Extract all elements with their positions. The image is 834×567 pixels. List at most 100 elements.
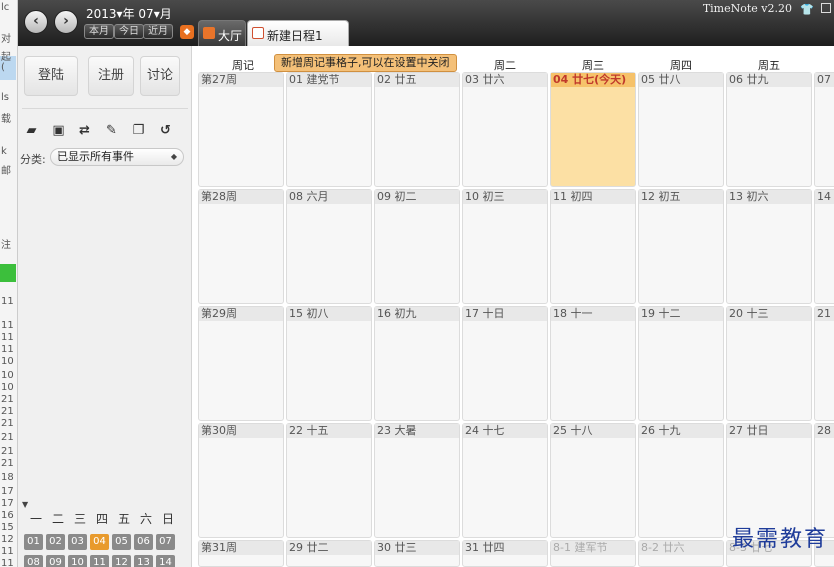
day-label: 02 廿五 (375, 73, 459, 87)
header-weekday: 周二 (494, 59, 516, 72)
background-text-fragment: ls (1, 92, 9, 103)
day-cell[interactable]: 19 十二 (638, 306, 724, 421)
day-cell[interactable]: 31 廿四 (462, 540, 548, 567)
month-value[interactable]: 07 (138, 7, 153, 21)
day-label: 21 (815, 307, 834, 321)
copy-icon[interactable]: ❐ (131, 123, 146, 138)
mini-calendar-day[interactable]: 08 (24, 555, 43, 567)
week-note-cell[interactable]: 第27周 (198, 72, 284, 187)
tab-hall[interactable]: 大厅 (198, 20, 246, 46)
day-label: 20 十三 (727, 307, 811, 321)
collapse-caret-icon[interactable]: ▼ (22, 500, 28, 509)
week-note-cell[interactable]: 第30周 (198, 423, 284, 538)
background-text-fragment: 21 (1, 418, 14, 429)
day-cell[interactable]: 22 十五 (286, 423, 372, 538)
calendar-grid: 周记周二周三周四周五周六新增周记事格子,可以在设置中关闭第27周01 建党节02… (198, 52, 834, 567)
background-text-fragment: 17 (1, 498, 14, 509)
mini-calendar-day[interactable]: 11 (90, 555, 109, 567)
this-month-button[interactable]: 本月 (84, 24, 114, 39)
day-cell[interactable]: 15 初八 (286, 306, 372, 421)
register-button[interactable]: 注册 (88, 56, 134, 96)
discuss-button[interactable]: 讨论 (140, 56, 180, 96)
category-select[interactable]: 已显示所有事件 ◆ (50, 148, 184, 166)
background-text-fragment: 11 (1, 344, 14, 355)
week-note-cell[interactable]: 第29周 (198, 306, 284, 421)
mini-calendar-day[interactable]: 02 (46, 534, 65, 550)
day-cell[interactable]: 17 十日 (462, 306, 548, 421)
mini-calendar-day[interactable]: 03 (68, 534, 87, 550)
week-note-cell[interactable]: 第28周 (198, 189, 284, 304)
mini-calendar-day[interactable]: 01 (24, 534, 43, 550)
mini-calendar-day[interactable]: 04 (90, 534, 109, 550)
day-cell[interactable]: 24 十七 (462, 423, 548, 538)
mini-calendar-day[interactable]: 13 (134, 555, 153, 567)
login-button[interactable]: 登陆 (24, 56, 78, 96)
day-cell[interactable]: 01 建党节 (286, 72, 372, 187)
add-icon[interactable]: ◆ (180, 25, 194, 39)
recent-months-button[interactable]: 近月 (143, 24, 173, 39)
day-cell[interactable]: 20 十三 (726, 306, 812, 421)
day-cell[interactable]: 02 廿五 (374, 72, 460, 187)
background-text-fragment: 对 (1, 34, 11, 45)
day-cell[interactable]: 06 廿九 (726, 72, 812, 187)
day-cell[interactable]: 09 初二 (374, 189, 460, 304)
day-cell[interactable]: 13 初六 (726, 189, 812, 304)
tab-label: 大厅 (218, 29, 243, 43)
day-cell[interactable]: 16 初九 (374, 306, 460, 421)
year-month-selector[interactable]: 2013▾年 07▾月 (86, 5, 172, 22)
day-cell[interactable]: 12 初五 (638, 189, 724, 304)
weekday-label: 三 (73, 512, 86, 526)
day-cell[interactable]: 14 (814, 189, 834, 304)
next-month-button[interactable]: › (54, 10, 78, 34)
mini-calendar-day[interactable]: 05 (112, 534, 131, 550)
share-icon[interactable]: ⇄ (77, 123, 92, 138)
day-cell[interactable]: 8-2 廿六 (638, 540, 724, 567)
folder-open-icon[interactable]: ▰ (24, 123, 39, 138)
day-cell[interactable]: 25 十八 (550, 423, 636, 538)
week-note-cell[interactable]: 第31周 (198, 540, 284, 567)
mini-calendar-day[interactable]: 07 (156, 534, 175, 550)
mini-calendar-day[interactable]: 10 (68, 555, 87, 567)
window-icon[interactable] (821, 3, 831, 13)
day-cell[interactable]: 30 廿三 (374, 540, 460, 567)
day-label: 07 (815, 73, 834, 87)
day-label: 18 十一 (551, 307, 635, 321)
day-label: 05 廿八 (639, 73, 723, 87)
day-cell[interactable]: 29 廿二 (286, 540, 372, 567)
mini-calendar-day[interactable]: 09 (46, 555, 65, 567)
mini-calendar-day[interactable]: 12 (112, 555, 131, 567)
week-number: 第31周 (199, 541, 283, 555)
tab-new-schedule[interactable]: 新建日程1 (247, 20, 349, 46)
background-text-fragment: 注 (1, 240, 11, 251)
year-value[interactable]: 2013 (86, 7, 117, 21)
undo-icon[interactable]: ↺ (158, 123, 173, 138)
weekday-label: 日 (161, 512, 174, 526)
edit-icon[interactable]: ✎ (104, 123, 119, 138)
day-cell[interactable]: 03 廿六 (462, 72, 548, 187)
save-icon[interactable]: ▣ (51, 123, 66, 138)
today-button[interactable]: 今日 (114, 24, 144, 39)
sidebar: 登陆 注册 讨论 ▰ ▣ ⇄ ✎ ❐ ↺ 分类: 已显示所有事件 ◆ ▼ 一二三… (18, 46, 192, 567)
mini-calendar-day[interactable]: 14 (156, 555, 175, 567)
day-cell[interactable]: 08 六月 (286, 189, 372, 304)
day-cell[interactable]: 11 初四 (550, 189, 636, 304)
background-text-fragment: 载 (1, 114, 11, 125)
day-cell[interactable]: 07 (814, 72, 834, 187)
day-cell[interactable]: 23 大暑 (374, 423, 460, 538)
skin-icon[interactable]: 👕 (800, 3, 814, 16)
day-cell[interactable]: 10 初三 (462, 189, 548, 304)
day-cell[interactable]: 26 十九 (638, 423, 724, 538)
week-number: 第29周 (199, 307, 283, 321)
week-number: 第27周 (199, 73, 283, 87)
day-cell[interactable]: 21 (814, 306, 834, 421)
day-label: 30 廿三 (375, 541, 459, 555)
day-cell[interactable]: 04 廿七(今天) (550, 72, 636, 187)
day-cell[interactable]: 8-1 建军节 (550, 540, 636, 567)
prev-month-button[interactable]: ‹ (24, 10, 48, 34)
background-text-fragment: 10 (1, 382, 14, 393)
year-suffix: 年 (122, 7, 135, 21)
day-cell[interactable]: 05 廿八 (638, 72, 724, 187)
day-label: 25 十八 (551, 424, 635, 438)
day-cell[interactable]: 18 十一 (550, 306, 636, 421)
mini-calendar-day[interactable]: 06 (134, 534, 153, 550)
